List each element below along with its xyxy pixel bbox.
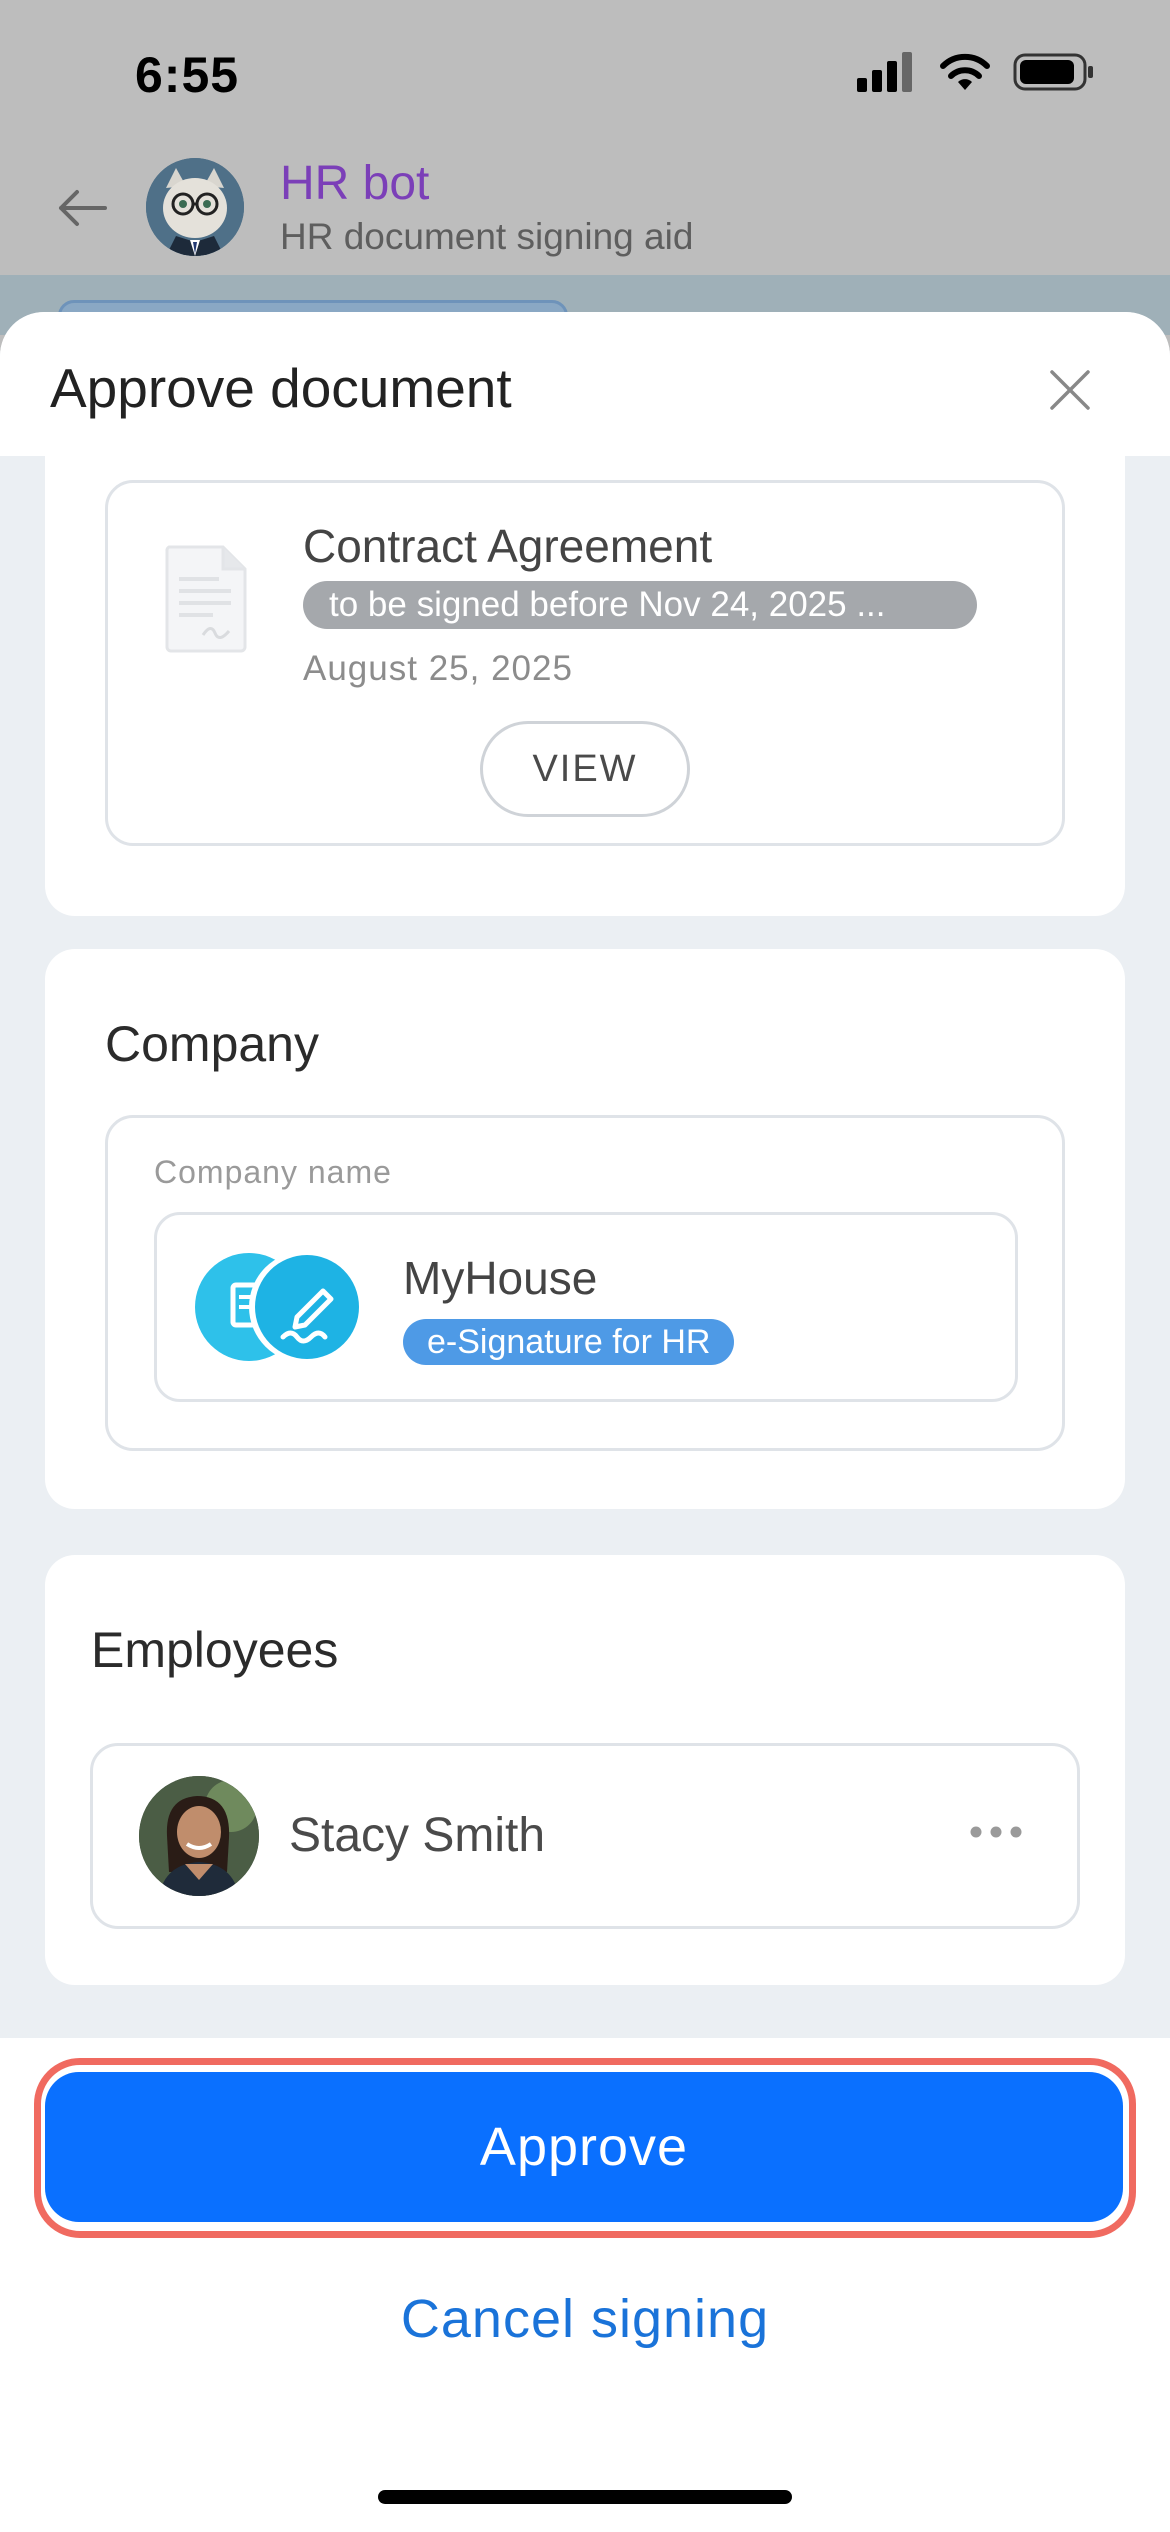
back-arrow-icon[interactable] (55, 188, 107, 228)
employees-card: Employees Stacy Smith (45, 1555, 1125, 1985)
bot-subtitle: HR document signing aid (280, 216, 694, 257)
document-card: Contract Agreement to be signed before N… (45, 456, 1125, 916)
close-icon[interactable] (1048, 368, 1092, 412)
company-badge: e-Signature for HR (403, 1319, 735, 1365)
wifi-icon (940, 53, 990, 90)
sheet-footer: Approve Cancel signing (0, 2038, 1170, 2532)
approve-button[interactable]: Approve (45, 2072, 1123, 2222)
status-bar: 6:55 (0, 0, 1170, 140)
employee-row[interactable]: Stacy Smith (90, 1743, 1080, 1929)
cellular-signal-icon (857, 52, 912, 92)
sheet-title: Approve document (50, 357, 512, 419)
document-icon (165, 545, 247, 653)
employee-name: Stacy Smith (289, 1809, 546, 1862)
employees-section-title: Employees (91, 1622, 339, 1678)
document-box: Contract Agreement to be signed before N… (105, 480, 1065, 846)
company-name-label: Company name (154, 1154, 392, 1190)
view-button[interactable]: VIEW (480, 721, 690, 817)
company-card: Company Company name MyHouse e-Signature… (45, 949, 1125, 1509)
cancel-signing-link[interactable]: Cancel signing (0, 2288, 1170, 2350)
avatar (139, 1776, 259, 1896)
employee-photo (139, 1776, 259, 1896)
company-logo-icon (195, 1251, 361, 1363)
company-name: MyHouse (403, 1252, 598, 1304)
bot-avatar (146, 158, 244, 256)
company-item[interactable]: MyHouse e-Signature for HR (154, 1212, 1018, 1402)
bot-name: HR bot (280, 157, 430, 210)
battery-icon (1013, 53, 1093, 91)
document-date: August 25, 2025 (303, 649, 573, 688)
status-time: 6:55 (135, 47, 240, 103)
status-icons (857, 52, 1095, 92)
chat-header: HR bot HR document signing aid (0, 140, 1170, 275)
cat-avatar-icon (146, 158, 244, 256)
home-indicator[interactable] (378, 2490, 792, 2504)
deadline-badge: to be signed before Nov 24, 2025 ... (303, 581, 977, 629)
document-title: Contract Agreement (303, 520, 713, 572)
company-field: Company name MyHouse e-Signature for HR (105, 1115, 1065, 1451)
sheet-header: Approve document (0, 312, 1170, 456)
more-options-icon[interactable] (970, 1824, 1022, 1840)
company-section-title: Company (105, 1016, 319, 1072)
